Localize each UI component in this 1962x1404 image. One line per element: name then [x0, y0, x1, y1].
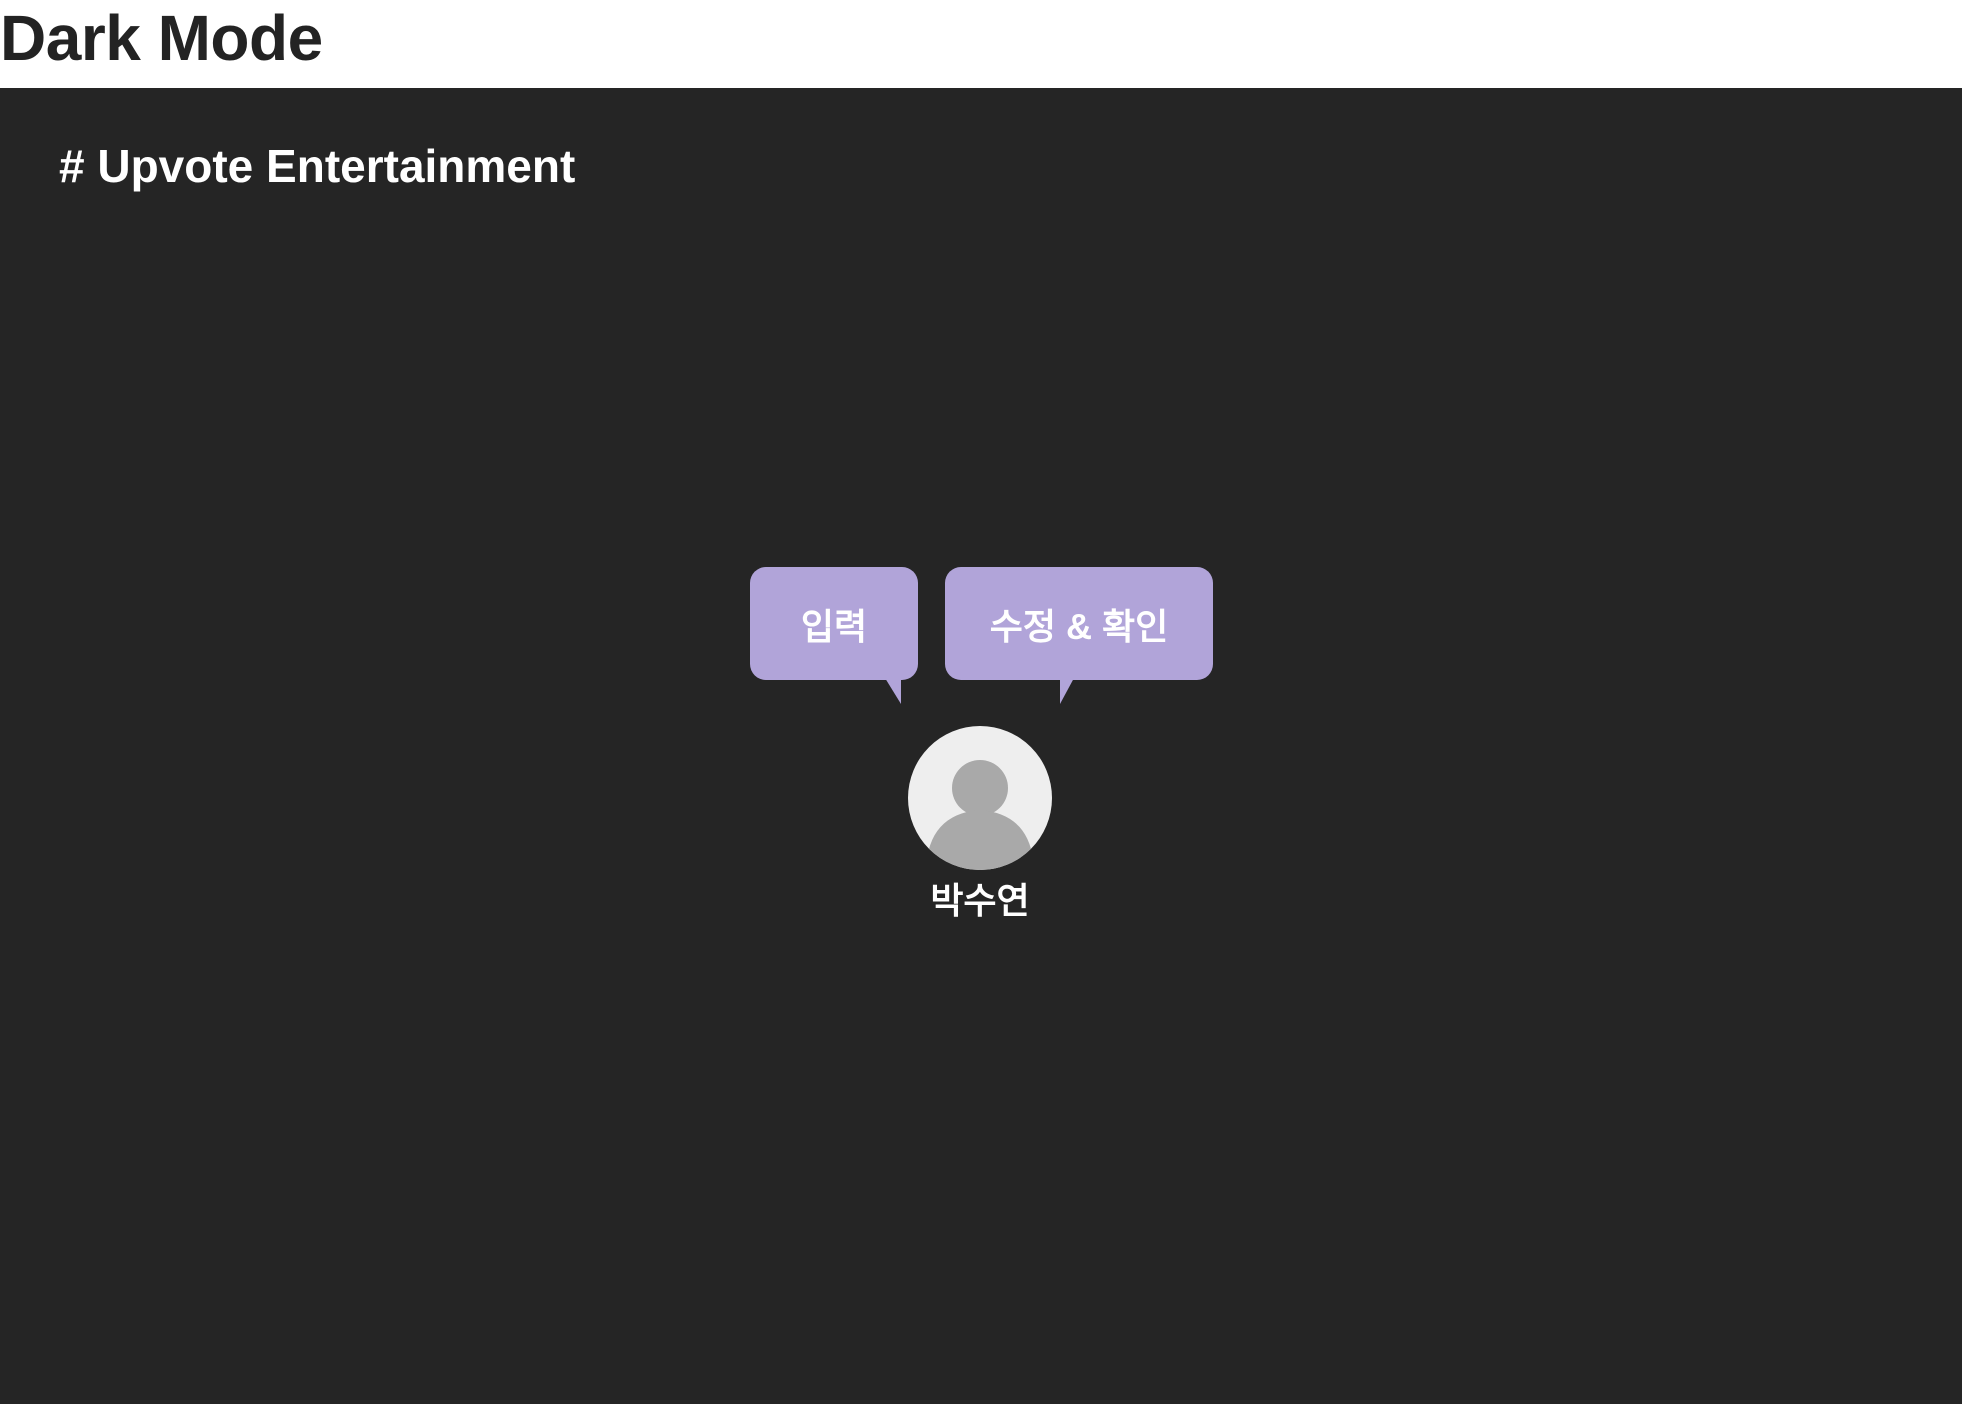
- edit-confirm-button[interactable]: 수정 & 확인: [945, 567, 1213, 680]
- top-bar: Dark Mode: [0, 0, 1962, 88]
- channel-heading: # Upvote Entertainment: [59, 140, 576, 192]
- person-silhouette-icon: [926, 760, 1034, 870]
- page-title: Dark Mode: [0, 2, 323, 74]
- user-name: 박수연: [930, 880, 1030, 921]
- edit-confirm-bubble-tail: [1060, 678, 1074, 704]
- input-bubble-tail: [885, 678, 901, 704]
- input-button[interactable]: 입력: [750, 567, 918, 680]
- dark-mode-panel: # Upvote Entertainment 입력 수정 & 확인 박수연: [0, 88, 1962, 1404]
- avatar[interactable]: [908, 726, 1052, 870]
